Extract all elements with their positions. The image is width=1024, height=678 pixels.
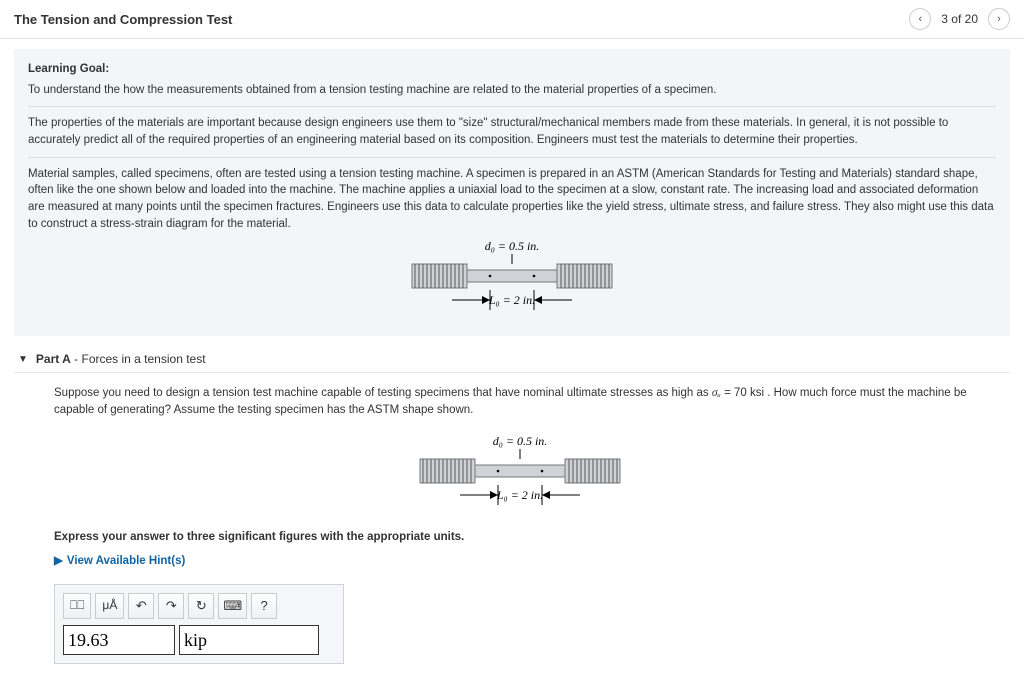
specimen-figure: d₀ = 0.5 in. L₀ = 2 in. [28,234,996,320]
express-instruction: Express your answer to three significant… [54,529,986,546]
learning-goal-heading: Learning Goal: [28,61,996,78]
caret-down-icon: ▼ [18,354,28,365]
svg-text:L₀ = 2 in.: L₀ = 2 in. [496,488,543,502]
caret-right-icon: ▶ [54,553,63,570]
fig-L0-label: L₀ = 2 in. [488,293,535,307]
learning-goal-intro: To understand the how the measurements o… [28,82,996,99]
fig-d0-label: d₀ = 0.5 in. [485,240,540,253]
next-button[interactable]: › [988,8,1010,30]
answer-toolbar: ⎕⎕ μÅ ↶ ↷ ↻ ⌨ ? [63,593,335,619]
keyboard-button[interactable]: ⌨ [218,593,247,619]
specimen-svg: d₀ = 0.5 in. L₀ = 2 in. [382,240,642,318]
prev-button[interactable]: ‹ [909,8,931,30]
svg-text:d₀ = 0.5 in.: d₀ = 0.5 in. [493,435,548,448]
hints-label: View Available Hint(s) [67,553,185,570]
page-header: The Tension and Compression Test ‹ 3 of … [0,0,1024,39]
goal-paragraph-1: The properties of the materials are impo… [28,115,996,148]
templates-button[interactable]: ⎕⎕ [63,593,91,619]
part-a-label: Part A - Forces in a tension test [36,352,206,366]
specimen-svg-2: d₀ = 0.5 in. L₀ = 2 in. [390,435,650,513]
page-title: The Tension and Compression Test [14,12,232,27]
part-a: ▼ Part A - Forces in a tension test Supp… [14,346,1010,668]
undo-button[interactable]: ↶ [128,593,154,619]
page-nav: ‹ 3 of 20 › [909,8,1010,30]
redo-button[interactable]: ↷ [158,593,184,619]
learning-goal-panel: Learning Goal: To understand the how the… [14,49,1010,336]
goal-paragraph-2: Material samples, called specimens, ofte… [28,166,996,233]
divider [28,157,996,158]
answer-value-input[interactable] [63,625,175,655]
question-text: Suppose you need to design a tension tes… [54,385,986,418]
units-button[interactable]: μÅ [95,593,124,619]
part-a-body: Suppose you need to design a tension tes… [14,373,1010,668]
specimen-figure-2: d₀ = 0.5 in. L₀ = 2 in. [54,429,986,515]
view-hints-link[interactable]: ▶ View Available Hint(s) [54,553,986,570]
divider [28,106,996,107]
page-counter: 3 of 20 [937,12,982,26]
answer-unit-input[interactable] [179,625,319,655]
answer-box: ⎕⎕ μÅ ↶ ↷ ↻ ⌨ ? [54,584,344,664]
reset-button[interactable]: ↻ [188,593,214,619]
part-a-header[interactable]: ▼ Part A - Forces in a tension test [14,346,1010,373]
help-button[interactable]: ? [251,593,277,619]
